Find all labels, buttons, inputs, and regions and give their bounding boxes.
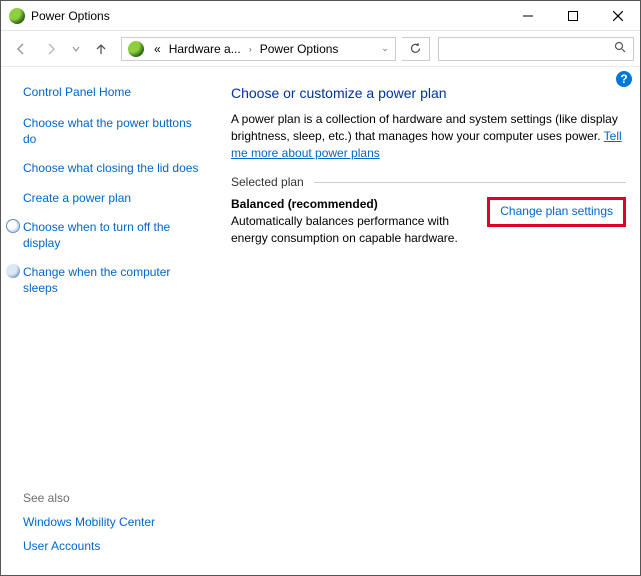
page-description: A power plan is a collection of hardware… (231, 111, 626, 161)
back-button[interactable] (7, 35, 35, 63)
description-text: A power plan is a collection of hardware… (231, 112, 618, 143)
clock-icon (5, 219, 21, 233)
plan-description: Automatically balances performance with … (231, 213, 487, 247)
sidebar-item-label: Choose what closing the lid does (23, 160, 198, 176)
sidebar-item-closing-lid[interactable]: Choose what closing the lid does (23, 160, 201, 176)
power-options-icon (9, 8, 25, 24)
plan-name: Balanced (recommended) (231, 197, 487, 211)
see-also-header: See also (23, 491, 201, 505)
chevron-right-icon[interactable]: › (245, 44, 256, 54)
breadcrumb-hardware[interactable]: Hardware a... (165, 42, 245, 56)
sidebar-item-label: Choose when to turn off the display (23, 219, 201, 251)
sidebar-item-label: Choose what the power buttons do (23, 115, 201, 147)
content: Control Panel Home Choose what the power… (1, 67, 640, 575)
section-selected-plan: Selected plan (231, 175, 626, 189)
change-plan-settings-highlight: Change plan settings (487, 197, 626, 227)
breadcrumb-prefix: « (150, 42, 165, 56)
titlebar: Power Options (1, 1, 640, 31)
sidebar-item-label: Create a power plan (23, 190, 131, 206)
search-input[interactable] (438, 37, 634, 61)
main-panel: ? Choose or customize a power plan A pow… (215, 67, 640, 575)
change-plan-settings-link[interactable]: Change plan settings (500, 204, 613, 218)
plan-row: Balanced (recommended) Automatically bal… (231, 197, 626, 247)
control-panel-home-link[interactable]: Control Panel Home (23, 85, 201, 99)
sidebar-item-computer-sleeps[interactable]: Change when the computer sleeps (23, 264, 201, 296)
sidebar: Control Panel Home Choose what the power… (1, 67, 215, 575)
forward-button[interactable] (37, 35, 65, 63)
address-icon (128, 41, 144, 57)
refresh-button[interactable] (402, 37, 430, 61)
section-label: Selected plan (231, 175, 304, 189)
sidebar-item-create-plan[interactable]: Create a power plan (23, 190, 201, 206)
sidebar-item-label: Change when the computer sleeps (23, 264, 201, 296)
moon-icon (5, 264, 21, 278)
close-button[interactable] (595, 1, 640, 30)
window-title: Power Options (31, 9, 505, 23)
see-also-user-accounts[interactable]: User Accounts (23, 539, 201, 553)
maximize-button[interactable] (550, 1, 595, 30)
divider (314, 182, 626, 183)
sidebar-item-turn-off-display[interactable]: Choose when to turn off the display (23, 219, 201, 251)
see-also: See also Windows Mobility Center User Ac… (23, 491, 201, 563)
breadcrumb-power-options[interactable]: Power Options (256, 42, 343, 56)
recent-locations-button[interactable] (67, 35, 85, 63)
search-icon (614, 41, 627, 57)
navbar: « Hardware a... › Power Options ⌄ (1, 31, 640, 67)
see-also-mobility-center[interactable]: Windows Mobility Center (23, 515, 201, 529)
minimize-button[interactable] (505, 1, 550, 30)
address-bar[interactable]: « Hardware a... › Power Options ⌄ (121, 37, 396, 61)
sidebar-item-power-buttons[interactable]: Choose what the power buttons do (23, 115, 201, 147)
address-dropdown-button[interactable]: ⌄ (375, 43, 395, 54)
help-button[interactable]: ? (616, 71, 632, 87)
up-button[interactable] (87, 35, 115, 63)
page-heading: Choose or customize a power plan (231, 85, 626, 101)
